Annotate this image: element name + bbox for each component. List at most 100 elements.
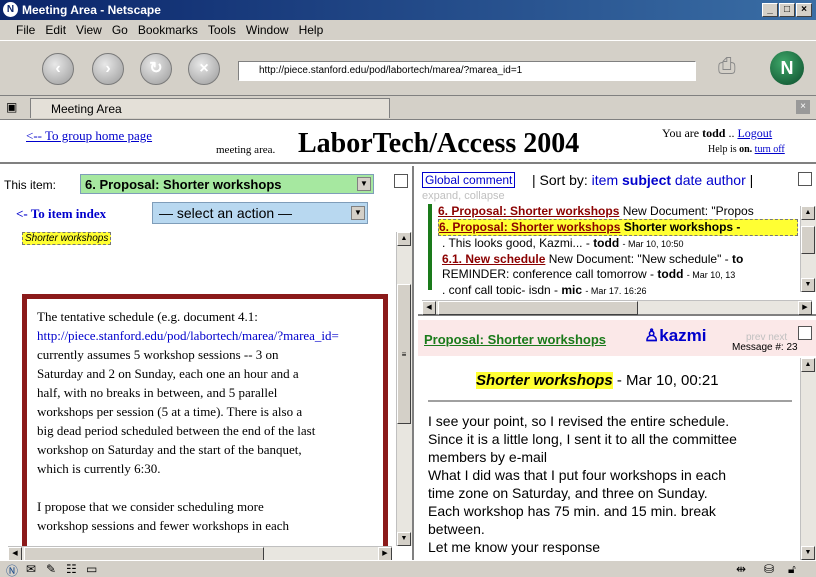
group-home-link[interactable]: <-- To group home page [26, 128, 152, 144]
body-line: workshops per session (5 at a time). The… [37, 404, 303, 419]
reload-button[interactable]: ↻ [140, 53, 172, 85]
global-comment-button[interactable]: Global comment [422, 172, 516, 188]
navigator-icon[interactable]: Ⓝ [6, 562, 18, 577]
mail-icon[interactable]: ✉ [26, 562, 36, 576]
url-field[interactable]: http://piece.stanford.edu/pod/labortech/… [238, 61, 696, 81]
page-header: <-- To group home page meeting area. Lab… [0, 120, 816, 164]
print-icon[interactable]: ⎙ [718, 53, 754, 83]
close-button[interactable]: × [796, 3, 812, 17]
message-body: I see your point, so I revised the entir… [428, 412, 796, 558]
message-pane: Proposal: Shorter workshops ♙kazmi prev … [418, 320, 816, 560]
online-icon[interactable]: ⛁ [764, 562, 774, 576]
scroll-thumb[interactable]: ≡ [397, 284, 411, 424]
thread-reply[interactable]: . conf call topic- isdn - mic - Mar 17, … [438, 283, 798, 294]
window-title: Meeting Area - Netscape [22, 3, 161, 17]
vertical-scrollbar[interactable]: ▲ ▼ [800, 358, 816, 560]
item-pane: This item: 6. Proposal: Shorter workshop… [0, 166, 414, 561]
maximize-pane-icon[interactable] [394, 174, 408, 188]
body-line: I propose that we consider scheduling mo… [37, 499, 264, 514]
body-line: The tentative schedule (e.g. document 4.… [37, 309, 258, 324]
addressbook-icon[interactable]: ☷ [66, 562, 77, 576]
title-bar: N Meeting Area - Netscape _ □ × [0, 0, 816, 20]
item-index-link[interactable]: <- To item index [16, 206, 106, 222]
new-tab-icon[interactable]: ▣ [6, 100, 17, 114]
body-line [37, 478, 383, 497]
tab-meeting-area[interactable]: Meeting Area [30, 98, 390, 118]
body-line: currently assumes 5 workshop sessions --… [37, 347, 279, 362]
page-content: <-- To group home page meeting area. Lab… [0, 120, 816, 561]
author-name[interactable]: kazmi [659, 326, 706, 345]
thread-item[interactable]: 6.1. New schedule New Document: "New sch… [438, 252, 798, 267]
message-subject[interactable]: Proposal: Shorter workshops [424, 332, 606, 347]
help-toggle-link[interactable]: turn off [755, 144, 785, 155]
sort-date-link[interactable]: date [675, 172, 702, 188]
sort-controls: | Sort by: item subject date author | [532, 172, 754, 188]
scroll-up-icon[interactable]: ▲ [801, 358, 815, 372]
menu-file[interactable]: File [0, 20, 40, 37]
sort-author-link[interactable]: author [706, 172, 746, 188]
body-line: half, with no breaks in between, and 5 p… [37, 385, 278, 400]
sort-item-link[interactable]: item [592, 172, 618, 188]
body-line: big dead period scheduled between the en… [37, 423, 316, 438]
navigation-toolbar: ‹ › ↻ × http://piece.stanford.edu/pod/la… [0, 40, 816, 96]
sort-subject-link[interactable]: subject [622, 172, 671, 188]
message-line: members by e-mail [428, 449, 548, 465]
thread-reply[interactable]: REMINDER: conference call tomorrow - tod… [438, 267, 798, 283]
thread-item-selected[interactable]: 6. Proposal: Shorter workshops Shorter w… [438, 219, 798, 236]
vertical-scrollbar[interactable]: ▲ ▼ [800, 206, 816, 292]
user-info: You are todd .. Logout [662, 126, 773, 140]
message-headline: Shorter workshops - Mar 10, 00:21 [476, 372, 719, 389]
thread-item[interactable]: 6. Proposal: Shorter workshops New Docum… [438, 204, 798, 219]
maximize-pane-icon[interactable] [798, 326, 812, 340]
menu-view[interactable]: View [71, 20, 107, 37]
menu-tools[interactable]: Tools [203, 20, 241, 37]
menu-go[interactable]: Go [107, 20, 133, 37]
composer-icon[interactable]: ✎ [46, 562, 56, 576]
document-frame: The tentative schedule (e.g. document 4.… [22, 294, 388, 560]
minimize-button[interactable]: _ [762, 3, 778, 17]
horizontal-scrollbar[interactable]: ◀ ▶ [422, 300, 812, 315]
maximize-button[interactable]: □ [779, 3, 795, 17]
menu-bookmarks[interactable]: Bookmarks [133, 20, 203, 37]
netscape-logo-icon[interactable]: N [770, 51, 804, 85]
action-select[interactable]: — select an action — ▼ [152, 202, 368, 224]
horizontal-scrollbar[interactable]: ◀ ▶ [8, 546, 392, 561]
message-line: between. [428, 521, 485, 537]
forward-button[interactable]: › [92, 53, 124, 85]
item-select[interactable]: 6. Proposal: Shorter workshops ▼ [80, 174, 374, 194]
scroll-thumb[interactable] [24, 547, 264, 561]
menu-window[interactable]: Window [241, 20, 294, 37]
chevron-down-icon: ▼ [351, 206, 365, 220]
subject-highlight-tag: Shorter workshops [22, 232, 112, 245]
menu-help[interactable]: Help [294, 20, 329, 37]
scroll-thumb[interactable] [438, 301, 638, 315]
scroll-left-icon[interactable]: ◀ [422, 301, 436, 315]
vertical-scrollbar[interactable]: ▲ ≡ ▼ [396, 232, 412, 546]
page-icon[interactable]: ▭ [86, 562, 97, 576]
scroll-thumb[interactable] [801, 226, 815, 254]
scroll-left-icon[interactable]: ◀ [8, 547, 22, 561]
divider [428, 400, 792, 402]
scroll-down-icon[interactable]: ▼ [397, 532, 411, 546]
body-line: workshop on Saturday and the start of th… [37, 442, 302, 457]
maximize-pane-icon[interactable] [798, 172, 812, 186]
scroll-up-icon[interactable]: ▲ [801, 206, 815, 220]
message-line: I see your point, so I revised the entir… [428, 413, 730, 429]
scroll-right-icon[interactable]: ▶ [798, 301, 812, 315]
document-link[interactable]: http://piece.stanford.edu/pod/labortech/… [37, 326, 383, 345]
scroll-up-icon[interactable]: ▲ [397, 232, 411, 246]
logout-link[interactable]: Logout [737, 126, 772, 140]
scroll-down-icon[interactable]: ▼ [801, 546, 815, 560]
body-line: which is currently 6:30. [37, 461, 161, 476]
scroll-right-icon[interactable]: ▶ [378, 547, 392, 561]
close-tab-icon[interactable]: × [796, 100, 810, 114]
thread-reply[interactable]: . This looks good, Kazmi... - todd - Mar… [438, 236, 798, 252]
thread-pane: Global comment | Sort by: item subject d… [418, 166, 816, 316]
stop-button[interactable]: × [188, 53, 220, 85]
scroll-down-icon[interactable]: ▼ [801, 278, 815, 292]
menu-edit[interactable]: Edit [40, 20, 71, 37]
expand-collapse-links[interactable]: expand, collapse [422, 190, 505, 202]
connection-icon: ⇹ [736, 562, 747, 576]
security-lock-icon[interactable]: 🔓︎ [788, 562, 796, 577]
back-button[interactable]: ‹ [42, 53, 74, 85]
